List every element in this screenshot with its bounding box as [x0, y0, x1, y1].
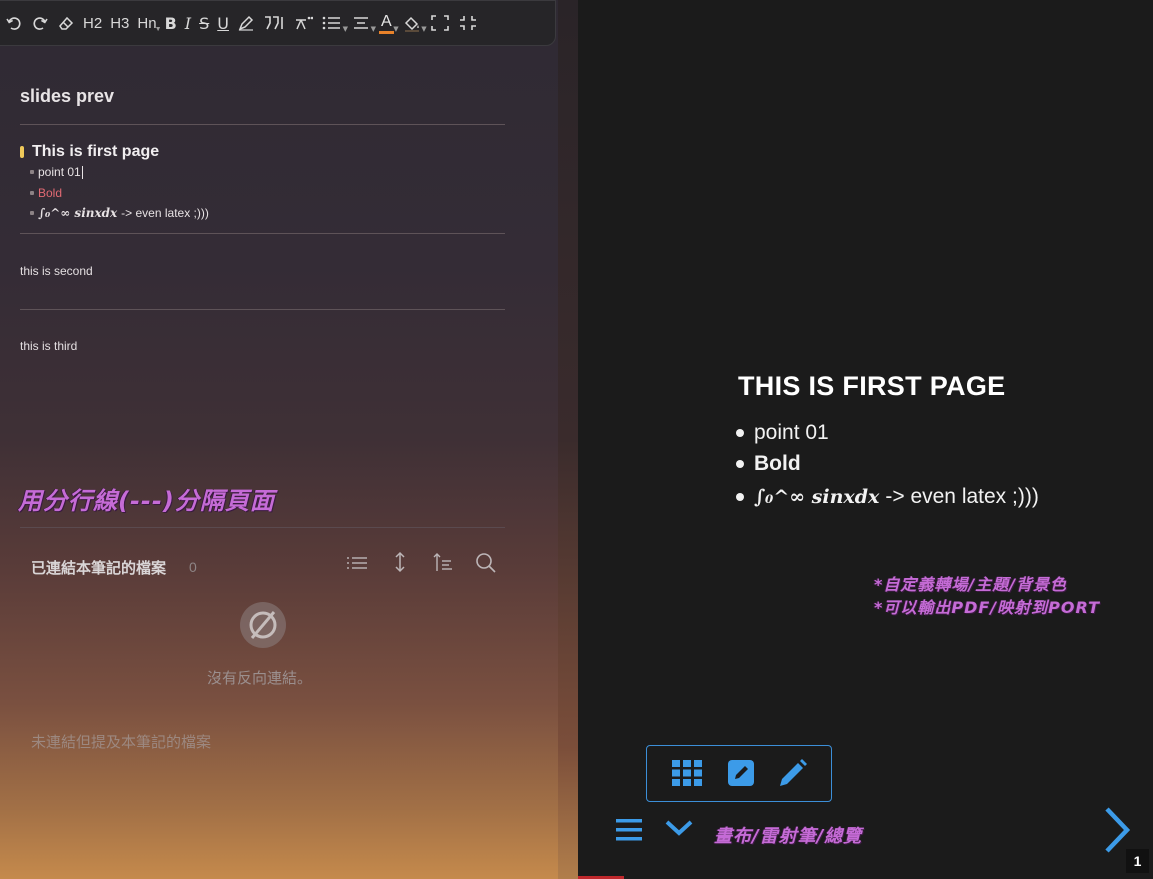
- heading2-button[interactable]: H2: [83, 8, 102, 38]
- pane-divider: [558, 0, 578, 879]
- slide-list-item: Bold: [736, 452, 801, 476]
- slide-list-item: ∫₀^∞ sinxdx -> even latex ;))): [736, 485, 1039, 509]
- separator-annotation: 用分行線(---)分隔頁面: [18, 487, 275, 515]
- slide-list-item-text: -> even latex ;))): [885, 485, 1039, 508]
- divider: [20, 527, 505, 528]
- menu-icon[interactable]: [615, 817, 643, 847]
- laser-pen-icon[interactable]: [777, 757, 809, 793]
- editor-pane: H2 H3 Hn ▼ B I S U ▼ ▼ A ▼ ▼ slides prev…: [0, 0, 558, 879]
- note-title: slides prev: [20, 86, 115, 106]
- slide-list-item-text: Bold: [754, 452, 801, 475]
- list-item: Bold: [30, 186, 62, 200]
- slide-heading: THIS IS FIRST PAGE: [738, 371, 1006, 401]
- slide-preview: THIS IS FIRST PAGE point 01 Bold ∫₀^∞ si…: [578, 0, 1153, 879]
- shrink-icon[interactable]: [458, 8, 478, 38]
- quote-icon[interactable]: [263, 8, 285, 38]
- dropdown-caret-icon: ▼: [154, 26, 162, 33]
- undo-icon[interactable]: [5, 8, 23, 38]
- no-backlinks-text: 沒有反向連結。: [207, 670, 313, 687]
- bullet-icon: [736, 460, 744, 468]
- list-item-text: Bold: [38, 186, 63, 200]
- latex-formula: ∫₀^∞ sinxdx: [38, 206, 118, 220]
- highlighter-icon[interactable]: [237, 8, 255, 38]
- fill-color-icon[interactable]: ▼: [402, 8, 427, 38]
- latex-formula: ∫₀^∞ sinxdx: [754, 486, 880, 508]
- list-view-icon[interactable]: [346, 550, 372, 576]
- feature-annotation-line1: *自定義轉場/主題/背景色: [874, 575, 1068, 594]
- slide1-heading: This is first page: [20, 143, 159, 161]
- heading-n-button[interactable]: Hn ▼: [137, 8, 161, 38]
- unlinked-mentions-title[interactable]: 未連結但提及本筆記的檔案: [31, 731, 211, 752]
- expand-vertical-icon[interactable]: [392, 550, 418, 576]
- font-color-label: A: [378, 13, 394, 34]
- slide-list-item: point 01: [736, 421, 829, 445]
- slide1-heading-text: This is first page: [32, 143, 160, 160]
- search-icon[interactable]: [475, 550, 501, 576]
- font-color-button[interactable]: A ▼: [378, 8, 399, 38]
- list-icon[interactable]: ▼: [321, 8, 348, 38]
- feature-annotation-line2: *可以輸出PDF/映射到PORT: [874, 598, 1100, 617]
- slide-list-item-text: point 01: [754, 421, 829, 444]
- heading-marker: [20, 146, 24, 158]
- no-backlinks-icon: [238, 600, 288, 650]
- backlinks-count: 0: [189, 559, 197, 575]
- slide-page-number: 1: [1126, 849, 1149, 873]
- underline-button[interactable]: U: [217, 8, 229, 38]
- divider: [20, 309, 505, 310]
- bullet-icon: [736, 493, 744, 501]
- list-item: point 01: [30, 165, 83, 179]
- bullet-icon: [30, 211, 34, 215]
- eraser-icon[interactable]: [57, 8, 75, 38]
- third-page-text: this is third: [20, 339, 78, 353]
- divider: [20, 233, 505, 234]
- overview-grid-icon[interactable]: [671, 759, 703, 791]
- chevron-down-icon[interactable]: [664, 818, 694, 842]
- fullscreen-icon[interactable]: [430, 8, 450, 38]
- bullet-icon: [736, 429, 744, 437]
- controls-popup: [646, 745, 832, 802]
- ruby-icon[interactable]: [293, 8, 313, 38]
- sort-icon[interactable]: [432, 550, 458, 576]
- second-page-text: this is second: [20, 264, 93, 278]
- italic-button[interactable]: I: [185, 8, 191, 38]
- redo-icon[interactable]: [31, 8, 49, 38]
- bold-button[interactable]: B: [165, 8, 177, 38]
- bullet-icon: [30, 191, 34, 195]
- bullet-icon: [30, 170, 34, 174]
- list-item: ∫₀^∞ sinxdx -> even latex ;))): [30, 206, 209, 220]
- align-center-icon[interactable]: ▼: [351, 8, 376, 38]
- backlinks-title: 已連結本筆記的檔案: [31, 560, 167, 577]
- controls-annotation: 畫布/雷射筆/總覽: [714, 826, 863, 847]
- editor-toolbar: H2 H3 Hn ▼ B I S U ▼ ▼ A ▼ ▼: [0, 0, 556, 46]
- list-item-text: point 01: [38, 165, 81, 179]
- canvas-edit-icon[interactable]: [727, 759, 755, 791]
- list-item-text: -> even latex ;))): [121, 206, 209, 220]
- heading3-button[interactable]: H3: [110, 8, 129, 38]
- text-cursor: [81, 165, 83, 179]
- divider: [20, 124, 505, 125]
- strikethrough-button[interactable]: S: [199, 8, 209, 38]
